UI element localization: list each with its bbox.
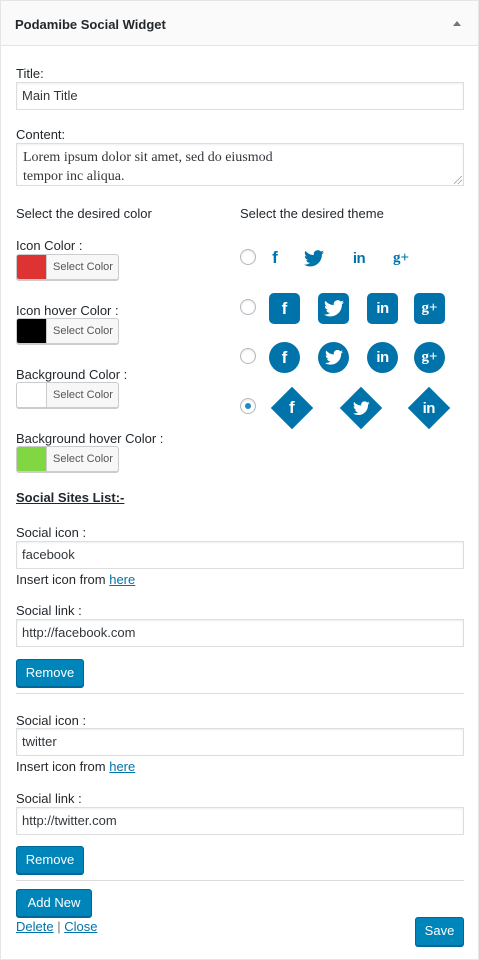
social-icon-label: Social icon : bbox=[16, 525, 87, 540]
google-plus-icon: g+ bbox=[414, 293, 445, 324]
background-hover-color-picker[interactable]: Select Color bbox=[16, 446, 119, 472]
linkedin-icon: in bbox=[352, 249, 366, 267]
social-icon-label: Social icon : bbox=[16, 713, 87, 728]
facebook-icon: f bbox=[269, 293, 300, 324]
content-textarea[interactable]: Lorem ipsum dolor sit amet, sed do eiusm… bbox=[16, 143, 464, 186]
social-link-input[interactable]: http://facebook.com bbox=[16, 619, 464, 647]
save-button[interactable]: Save bbox=[415, 917, 464, 946]
insert-icon-link[interactable]: here bbox=[109, 572, 135, 587]
title-input[interactable]: Main Title bbox=[16, 82, 464, 110]
linkedin-icon: in bbox=[367, 342, 398, 373]
content-label: Content: bbox=[16, 127, 66, 142]
theme-radio-2[interactable] bbox=[240, 299, 256, 315]
twitter-icon bbox=[318, 293, 349, 324]
google-plus-icon: g+ bbox=[414, 342, 445, 373]
social-link-label: Social link : bbox=[16, 603, 82, 618]
facebook-icon: f bbox=[269, 342, 300, 373]
facebook-icon: f bbox=[270, 386, 314, 430]
icon-hover-color-picker[interactable]: Select Color bbox=[16, 318, 119, 344]
select-color-label: Select Color bbox=[53, 261, 113, 273]
social-icon-input[interactable]: twitter bbox=[16, 728, 464, 756]
icon-color-picker[interactable]: Select Color bbox=[16, 254, 119, 280]
color-swatch bbox=[17, 319, 47, 343]
item-divider bbox=[16, 693, 464, 694]
insert-icon-hint: Insert icon from here bbox=[16, 572, 135, 587]
google-plus-icon: g+ bbox=[392, 249, 410, 266]
item-divider bbox=[16, 880, 464, 881]
widget-control-actions: Delete | Close bbox=[16, 919, 97, 934]
color-section-heading: Select the desired color bbox=[16, 206, 152, 221]
widget-title: Podamibe Social Widget bbox=[15, 17, 166, 32]
social-link-label: Social link : bbox=[16, 791, 82, 806]
insert-icon-link[interactable]: here bbox=[109, 759, 135, 774]
select-color-label: Select Color bbox=[53, 453, 113, 465]
color-swatch bbox=[17, 447, 47, 471]
remove-button[interactable]: Remove bbox=[16, 659, 84, 687]
title-label: Title: bbox=[16, 66, 44, 81]
color-swatch bbox=[17, 383, 47, 407]
insert-icon-text: Insert icon from bbox=[16, 759, 106, 774]
close-link[interactable]: Close bbox=[64, 919, 97, 934]
theme-section-heading: Select the desired theme bbox=[240, 206, 384, 221]
widget-panel: Podamibe Social Widget Title: Main Title… bbox=[0, 0, 479, 960]
color-swatch bbox=[17, 255, 47, 279]
background-color-label: Background Color : bbox=[16, 367, 128, 382]
remove-button[interactable]: Remove bbox=[16, 846, 84, 874]
social-link-input[interactable]: http://twitter.com bbox=[16, 807, 464, 835]
linkedin-icon: in bbox=[367, 293, 398, 324]
background-color-picker[interactable]: Select Color bbox=[16, 382, 119, 408]
icon-hover-color-label: Icon hover Color : bbox=[16, 303, 119, 318]
theme-radio-1[interactable] bbox=[240, 249, 256, 265]
widget-header[interactable]: Podamibe Social Widget bbox=[1, 1, 478, 46]
actions-separator: | bbox=[57, 919, 61, 934]
select-color-label: Select Color bbox=[53, 389, 113, 401]
social-list-heading: Social Sites List:- bbox=[16, 490, 125, 505]
twitter-icon bbox=[301, 245, 327, 271]
twitter-icon bbox=[318, 342, 349, 373]
twitter-icon bbox=[339, 386, 383, 430]
background-hover-color-label: Background hover Color : bbox=[16, 431, 164, 446]
insert-icon-text: Insert icon from bbox=[16, 572, 106, 587]
collapse-arrow-icon[interactable] bbox=[447, 15, 467, 35]
delete-link[interactable]: Delete bbox=[16, 919, 54, 934]
social-icon-input[interactable]: facebook bbox=[16, 541, 464, 569]
facebook-icon: f bbox=[272, 248, 278, 267]
insert-icon-hint: Insert icon from here bbox=[16, 759, 135, 774]
add-new-button[interactable]: Add New bbox=[16, 889, 92, 917]
theme-radio-4[interactable] bbox=[240, 398, 256, 414]
select-color-label: Select Color bbox=[53, 325, 113, 337]
linkedin-icon: in bbox=[407, 386, 451, 430]
theme-radio-3[interactable] bbox=[240, 348, 256, 364]
resize-handle-icon[interactable] bbox=[454, 176, 462, 184]
icon-color-label: Icon Color : bbox=[16, 238, 83, 253]
